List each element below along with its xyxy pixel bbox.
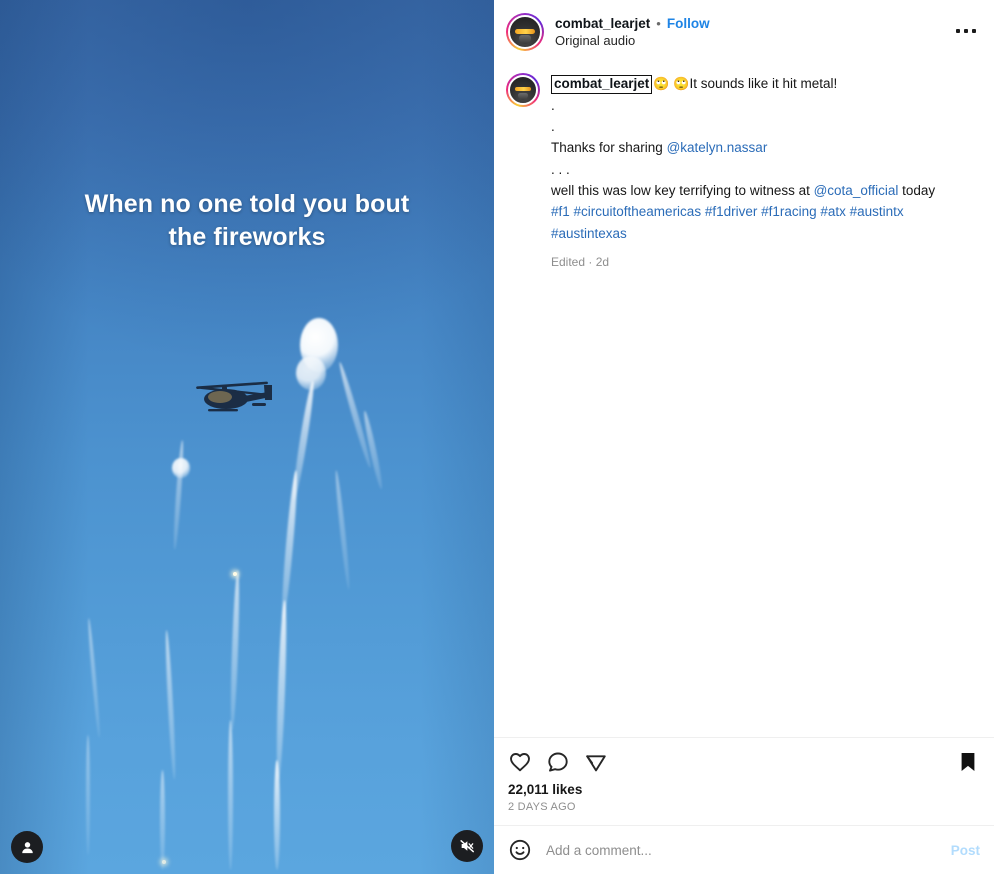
caption-block: combat_learjet 🙄 🙄It sounds like it hit m… — [506, 73, 982, 272]
share-button[interactable] — [584, 750, 608, 774]
post-header: combat_learjet • Follow Original audio — [494, 0, 994, 63]
caption-body-suffix: today — [898, 182, 936, 198]
caption-line-1: combat_learjet 🙄 🙄It sounds like it hit m… — [551, 73, 982, 95]
audio-label[interactable]: Original audio — [555, 33, 710, 48]
video-overlay-caption: When no one told you bout the fireworks — [0, 188, 494, 254]
helicopter-silhouette — [196, 381, 272, 412]
video-player[interactable]: When no one told you bout the fireworks — [0, 0, 494, 874]
emoji-smiley-icon — [509, 839, 531, 861]
caption-line-4: Thanks for sharing @katelyn.nassar — [551, 137, 982, 158]
person-icon — [21, 841, 33, 853]
caption-line-3: . — [551, 118, 555, 134]
caption-body-text: well this was low key terrifying to witn… — [551, 182, 814, 198]
smoke-trail — [86, 735, 90, 855]
heart-icon — [510, 753, 530, 772]
header-username[interactable]: combat_learjet — [555, 16, 650, 31]
more-options-button[interactable] — [952, 23, 980, 39]
mention-cota[interactable]: @cota_official — [814, 183, 899, 198]
post-details-panel: combat_learjet • Follow Original audio c… — [494, 0, 994, 874]
caption-line-2: . — [551, 97, 555, 113]
action-bar — [494, 738, 994, 780]
smoke-trail — [228, 720, 233, 870]
caption-text: combat_learjet 🙄 🙄It sounds like it hit m… — [551, 73, 982, 272]
post-timestamp: 2 DAYS AGO — [508, 801, 576, 813]
comment-button[interactable] — [546, 750, 570, 774]
smoke-trail — [274, 760, 280, 870]
video-profile-button[interactable] — [11, 831, 43, 863]
caption-avatar[interactable] — [506, 73, 540, 107]
follow-button[interactable]: Follow — [667, 16, 710, 31]
smoke-trail — [160, 770, 165, 870]
share-paper-plane-icon — [586, 755, 606, 772]
flare-spark — [233, 572, 237, 576]
overlay-line-1: When no one told you bout — [84, 190, 410, 218]
distant-object — [172, 458, 190, 478]
rolling-eyes-emoji: 🙄 — [673, 76, 690, 91]
comment-input[interactable] — [546, 842, 937, 858]
save-button[interactable] — [956, 750, 980, 774]
more-dot — [972, 29, 976, 33]
comment-bubble-icon — [548, 752, 568, 772]
emoji-picker-button[interactable] — [508, 838, 532, 862]
mention-katelyn[interactable]: @katelyn.nassar — [667, 140, 768, 155]
bookmark-filled-icon — [961, 753, 975, 771]
header-avatar[interactable] — [506, 13, 544, 51]
caption-line-1-text: It sounds like it hit metal! — [689, 76, 838, 91]
sky-background — [0, 0, 494, 874]
caption-section: combat_learjet 🙄 🙄It sounds like it hit m… — [494, 63, 994, 737]
speaker-muted-icon — [460, 840, 474, 853]
flare-spark — [162, 860, 166, 864]
instagram-post: When no one told you bout the fireworks — [0, 0, 994, 874]
add-comment-row: Post — [494, 826, 994, 874]
caption-hashtags[interactable]: #f1 #circuitoftheamericas #f1driver #f1r… — [551, 201, 982, 244]
caption-line-5: . . . — [551, 161, 570, 177]
header-username-row: combat_learjet • Follow — [555, 16, 710, 31]
video-mute-button[interactable] — [451, 830, 483, 862]
likes-section: 22,011 likes 2 DAYS AGO — [494, 780, 994, 825]
header-text: combat_learjet • Follow Original audio — [555, 16, 710, 48]
caption-username[interactable]: combat_learjet — [551, 75, 653, 94]
rolling-eyes-emoji: 🙄 — [653, 76, 670, 91]
avatar-image — [508, 75, 538, 105]
header-separator: • — [656, 16, 661, 31]
thanks-text: Thanks for sharing — [551, 140, 667, 156]
like-button[interactable] — [508, 750, 532, 774]
more-dot — [964, 29, 968, 33]
avatar-image — [508, 15, 542, 49]
post-comment-button[interactable]: Post — [951, 843, 980, 858]
likes-count[interactable]: 22,011 likes — [508, 782, 980, 797]
more-dot — [956, 29, 960, 33]
overlay-line-2: the fireworks — [168, 223, 326, 251]
caption-line-6: well this was low key terrifying to witn… — [551, 180, 982, 201]
caption-meta: Edited · 2d — [551, 254, 610, 269]
